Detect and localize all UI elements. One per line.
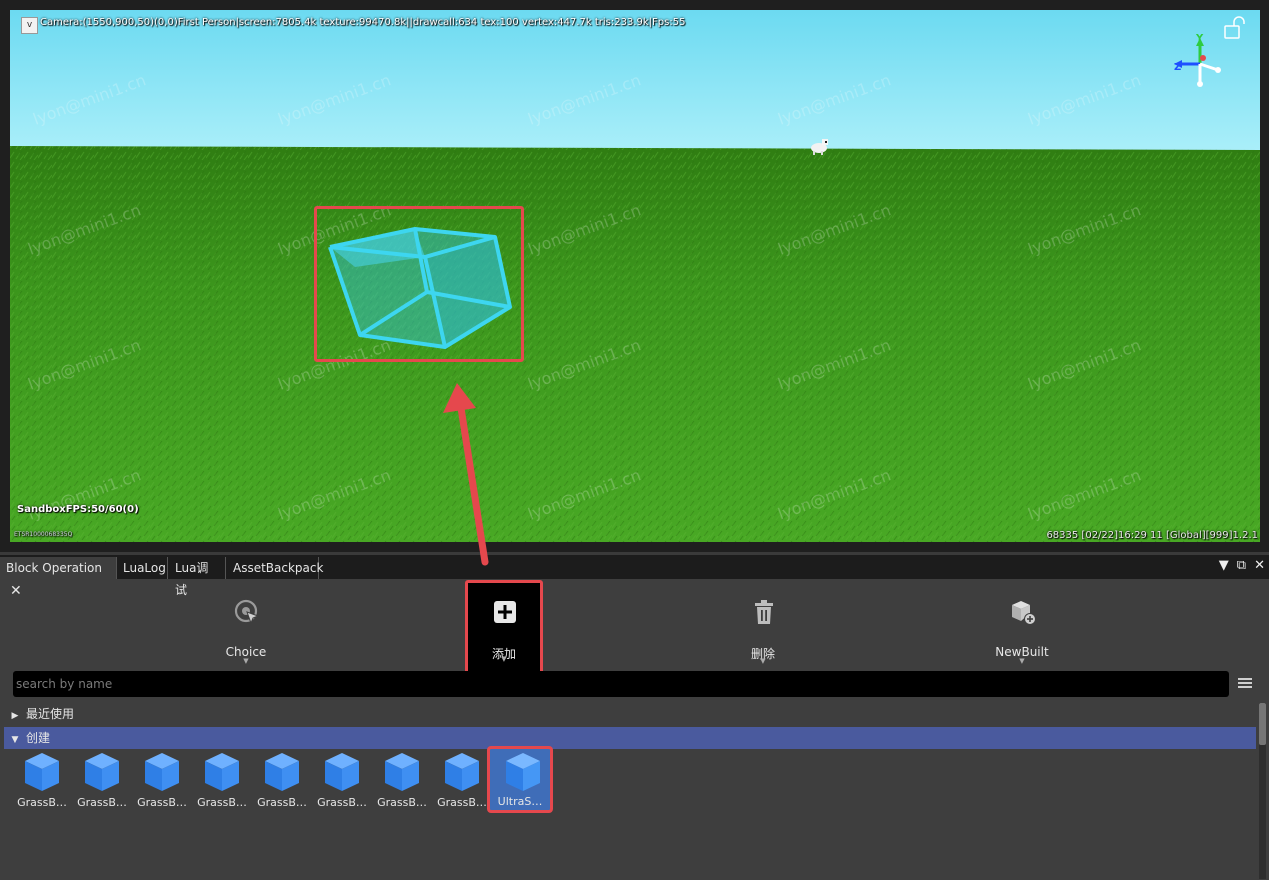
annotation-highlight-cube bbox=[314, 206, 524, 362]
cube-icon bbox=[145, 753, 179, 791]
axis-z-label: Z bbox=[1174, 62, 1181, 73]
cube-icon bbox=[506, 753, 540, 791]
block-item[interactable]: GrassB… bbox=[433, 747, 491, 815]
block-item-name: GrassB… bbox=[317, 796, 367, 809]
tree-group-label: 最近使用 bbox=[26, 707, 75, 721]
block-item-name: GrassB… bbox=[17, 796, 67, 809]
block-item[interactable]: GrassB… bbox=[73, 747, 131, 815]
hud-stats-text: Camera:(1550,900,50)(0,0)First Person|sc… bbox=[40, 17, 686, 28]
scene-background bbox=[10, 10, 1260, 542]
cube-icon bbox=[385, 753, 419, 791]
scrollbar-thumb[interactable] bbox=[1259, 703, 1266, 745]
panel-tab-bar: Block Operation ✕ LuaLog Lua调试 AssetBackp… bbox=[0, 555, 1269, 599]
axis-gizmo-icon[interactable]: Z Y bbox=[1170, 32, 1230, 92]
choice-button[interactable]: Choice ▼ bbox=[207, 583, 285, 671]
restore-icon[interactable]: ⧉ bbox=[1237, 558, 1246, 573]
chevron-down-icon: ▼ bbox=[760, 657, 766, 665]
block-item-name: GrassB… bbox=[377, 796, 427, 809]
close-icon[interactable]: ✕ bbox=[1254, 558, 1265, 573]
block-operation-panel: Block Operation ✕ LuaLog Lua调试 AssetBackp… bbox=[0, 555, 1269, 880]
tab-label: Lua调试 bbox=[175, 561, 209, 597]
vertical-scrollbar[interactable] bbox=[1259, 703, 1266, 879]
chevron-down-icon: ▼ bbox=[501, 655, 507, 663]
block-item-name: GrassB… bbox=[257, 796, 307, 809]
tree-group-create[interactable]: ▼ 创建 bbox=[4, 727, 1256, 749]
tab-lualog[interactable]: LuaLog bbox=[117, 557, 168, 579]
trash-icon bbox=[755, 600, 773, 624]
status-info-text: 68335 [02/22]16:29 11 [Global][999]1.2.1 bbox=[1046, 530, 1258, 541]
tree-group-recent[interactable]: ▶ 最近使用 bbox=[4, 703, 1256, 725]
block-item-name: GrassB… bbox=[77, 796, 127, 809]
sandbox-fps-text: SandboxFPS:50/60(0) bbox=[17, 504, 139, 515]
list-menu-icon[interactable] bbox=[1238, 676, 1252, 690]
cube-icon bbox=[265, 753, 299, 791]
sheep-mob-icon[interactable] bbox=[807, 134, 831, 156]
build-id-text: ETSR1000068335Q bbox=[14, 531, 73, 538]
tab-block-operation[interactable]: Block Operation ✕ bbox=[0, 557, 117, 599]
search-input[interactable] bbox=[13, 671, 1229, 697]
delete-button[interactable]: 删除 ▼ bbox=[724, 583, 802, 671]
tree-group-label: 创建 bbox=[26, 731, 51, 745]
cube-icon bbox=[445, 753, 479, 791]
cursor-select-icon bbox=[234, 599, 260, 625]
block-item-selected[interactable]: UltraS… bbox=[487, 746, 553, 813]
block-item-name: UltraS… bbox=[497, 795, 543, 808]
close-icon[interactable]: ✕ bbox=[10, 580, 22, 602]
block-item[interactable]: GrassB… bbox=[13, 747, 71, 815]
newbuilt-button[interactable]: NewBuilt ▼ bbox=[983, 583, 1061, 671]
game-viewport[interactable]: v Camera:(1550,900,50)(0,0)First Person|… bbox=[0, 0, 1269, 552]
chevron-down-icon: ▼ bbox=[243, 657, 249, 665]
cube-icon bbox=[205, 753, 239, 791]
block-item[interactable]: GrassB… bbox=[253, 747, 311, 815]
cube-icon bbox=[85, 753, 119, 791]
scene-view[interactable]: v Camera:(1550,900,50)(0,0)First Person|… bbox=[10, 10, 1260, 542]
window-controls: ▼ ⧉ ✕ bbox=[1219, 558, 1265, 573]
tab-label: LuaLog bbox=[123, 561, 166, 575]
cube-icon bbox=[25, 753, 59, 791]
tab-lua-debug[interactable]: Lua调试 bbox=[169, 557, 226, 597]
hud-dropdown-button[interactable]: v bbox=[21, 17, 38, 34]
tab-label: AssetBackpack bbox=[233, 561, 324, 575]
block-item-name: GrassB… bbox=[437, 796, 487, 809]
block-item[interactable]: GrassB… bbox=[373, 747, 431, 815]
block-item[interactable]: GrassB… bbox=[313, 747, 371, 815]
plus-square-icon bbox=[494, 601, 516, 623]
chevron-down-icon: ▼ bbox=[1019, 657, 1025, 665]
new-block-icon bbox=[1012, 601, 1036, 625]
block-item[interactable]: GrassB… bbox=[133, 747, 191, 815]
block-item-name: GrassB… bbox=[137, 796, 187, 809]
triangle-right-icon: ▶ bbox=[11, 711, 19, 721]
tab-label: Block Operation bbox=[6, 561, 102, 575]
axis-y-label: Y bbox=[1195, 33, 1204, 44]
tab-asset-backpack[interactable]: AssetBackpack bbox=[227, 557, 323, 579]
block-item[interactable]: GrassB… bbox=[193, 747, 251, 815]
add-button[interactable]: 添加 ▼ bbox=[465, 580, 543, 674]
cube-icon bbox=[325, 753, 359, 791]
block-item-name: GrassB… bbox=[197, 796, 247, 809]
panel-menu-icon[interactable]: ▼ bbox=[1219, 558, 1229, 573]
